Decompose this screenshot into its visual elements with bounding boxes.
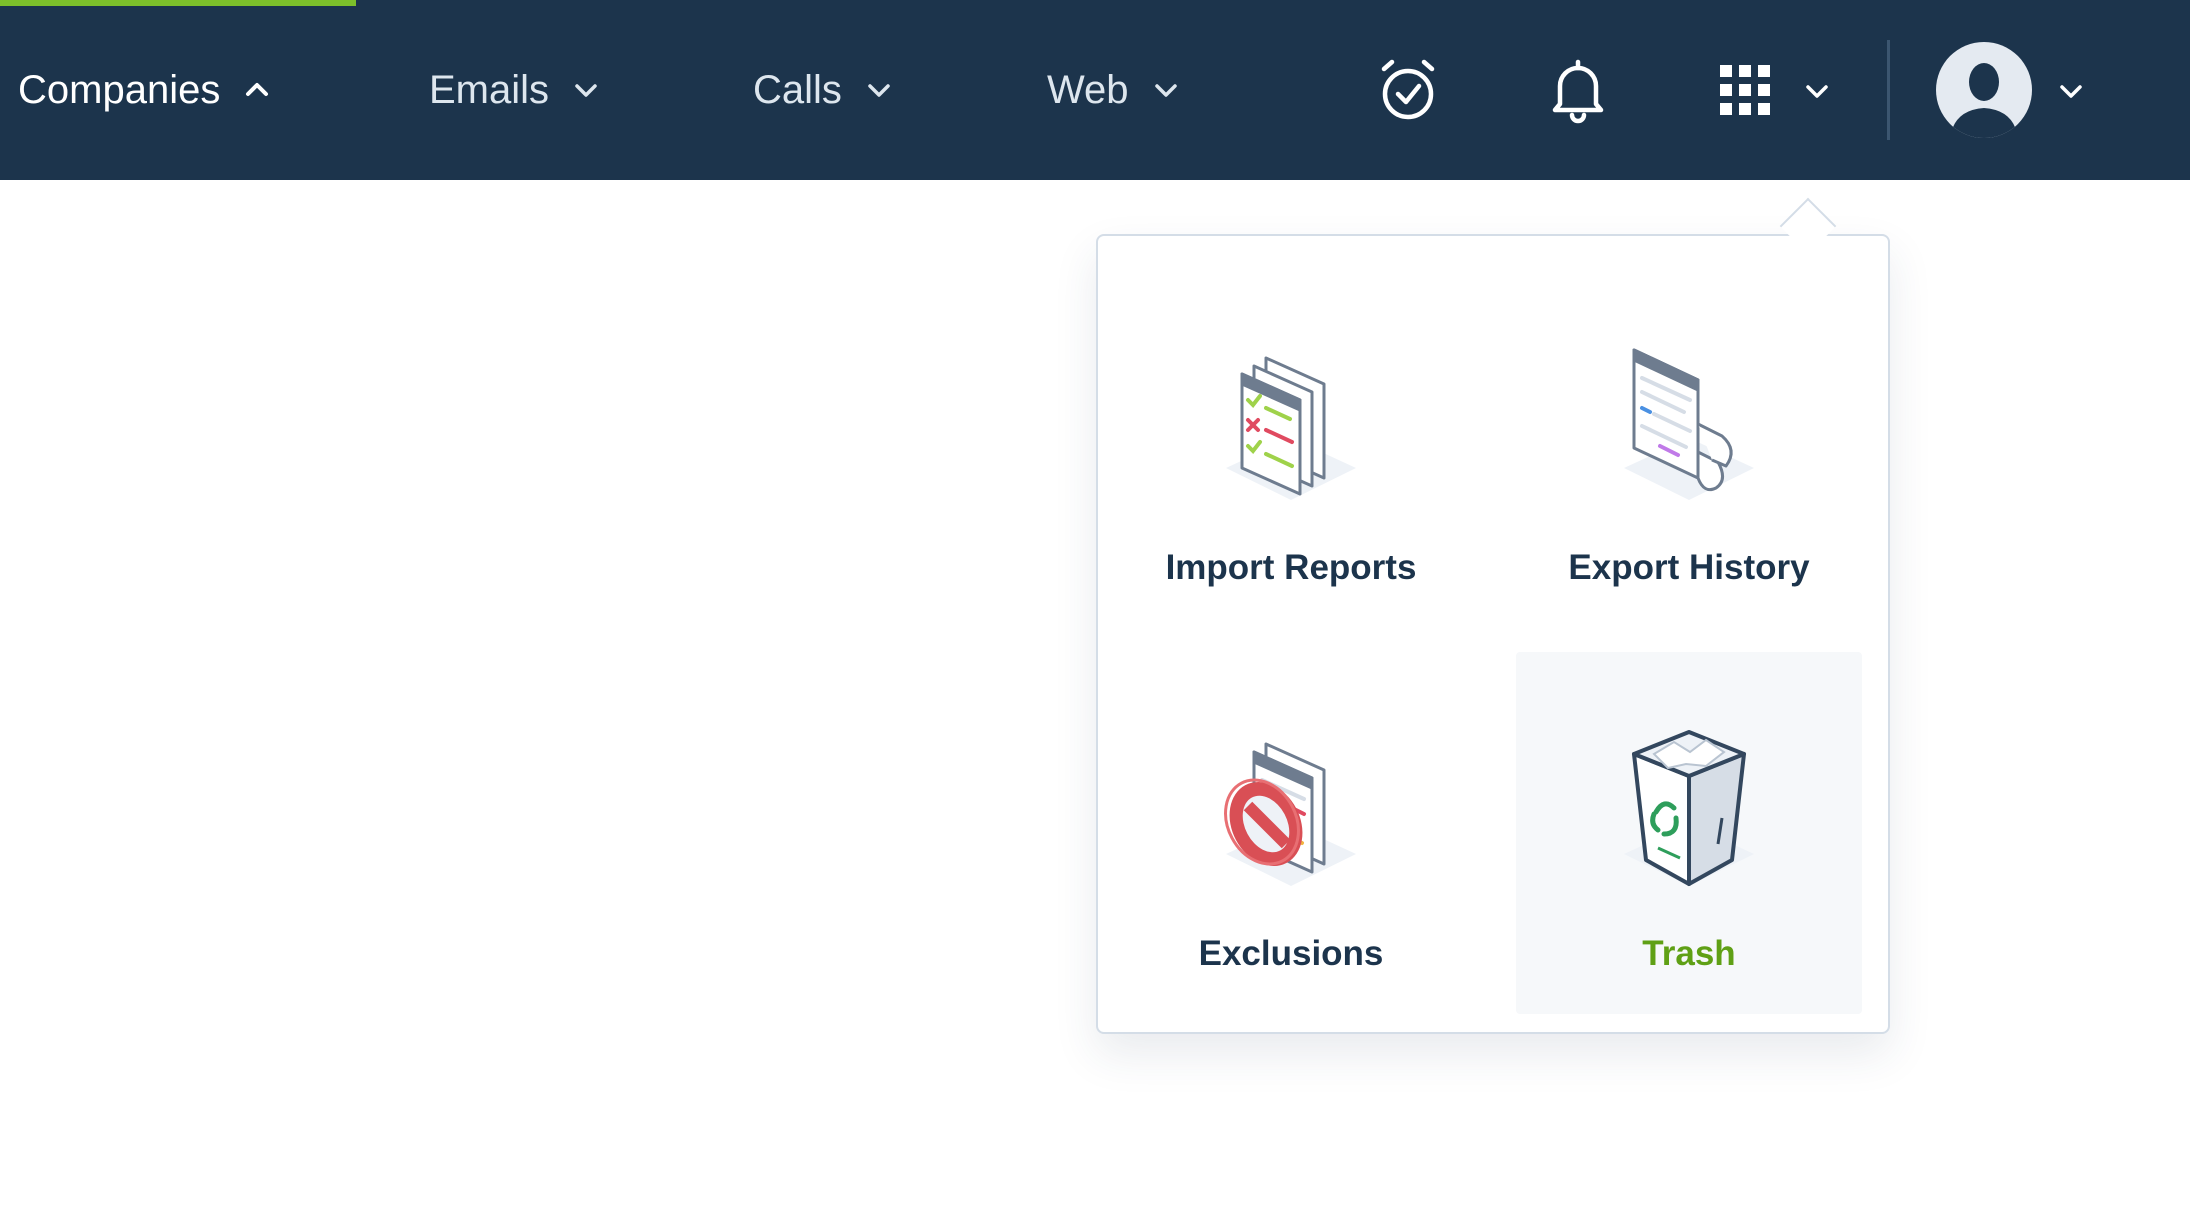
menu-item-export-history[interactable]: Export History xyxy=(1516,266,1862,628)
menu-item-import-reports[interactable]: Import Reports xyxy=(1118,266,1464,628)
nav-emails-label: Emails xyxy=(429,67,550,112)
chevron-up-icon xyxy=(246,83,269,96)
menu-item-label: Export History xyxy=(1568,548,1810,587)
chevron-down-icon xyxy=(868,84,890,97)
nav-companies-label: Companies xyxy=(18,67,221,112)
bell-icon[interactable] xyxy=(1548,58,1608,124)
chevron-down-icon[interactable] xyxy=(1804,78,1830,104)
chevron-down-icon[interactable] xyxy=(2058,78,2084,104)
exclusions-icon xyxy=(1224,742,1356,886)
nav-emails[interactable]: Emails xyxy=(429,58,599,122)
topbar-divider xyxy=(1887,40,1890,140)
export-history-icon xyxy=(1624,348,1754,500)
nav-web[interactable]: Web xyxy=(1047,58,1179,122)
apps-grid-icon[interactable] xyxy=(1718,63,1772,117)
menu-item-label: Import Reports xyxy=(1165,548,1417,587)
menu-item-label: Exclusions xyxy=(1198,934,1384,973)
nav-calls[interactable]: Calls xyxy=(753,58,892,122)
trash-icon xyxy=(1624,730,1754,886)
chevron-down-icon xyxy=(1154,84,1177,97)
menu-item-trash[interactable]: Trash xyxy=(1516,652,1862,1014)
alarm-check-icon[interactable] xyxy=(1376,58,1440,122)
user-silhouette-icon xyxy=(1950,63,2018,138)
nav-web-label: Web xyxy=(1047,67,1129,112)
companies-dropdown-menu: Import Reports Export History Exclusions… xyxy=(1096,234,1890,1034)
chevron-down-icon xyxy=(575,84,597,97)
import-reports-icon xyxy=(1226,356,1356,500)
top-navigation-bar: Companies Emails Calls Web xyxy=(0,0,2190,180)
menu-item-label: Trash xyxy=(1642,934,1736,973)
nav-companies[interactable]: Companies xyxy=(18,58,270,122)
user-avatar[interactable] xyxy=(1936,42,2032,138)
nav-calls-label: Calls xyxy=(753,67,842,112)
page-progress-bar xyxy=(0,0,356,6)
menu-item-exclusions[interactable]: Exclusions xyxy=(1118,652,1464,1014)
